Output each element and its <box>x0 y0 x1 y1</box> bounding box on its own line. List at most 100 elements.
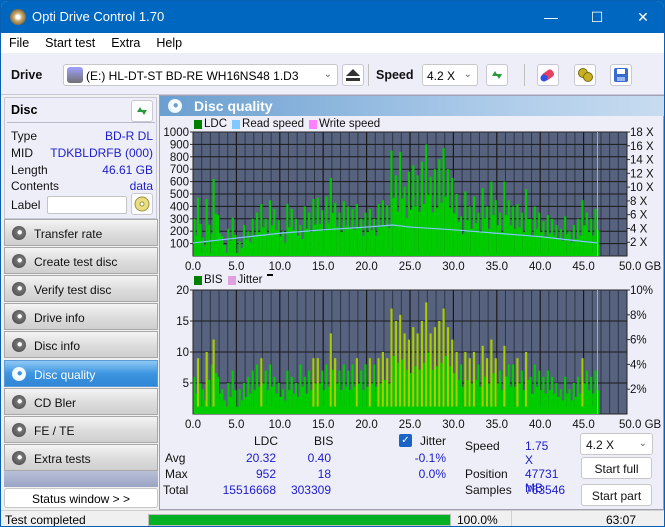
test-speed-select[interactable]: 4.2 X ⌄ <box>580 433 653 455</box>
nav-disc-quality[interactable]: Disc quality <box>4 360 158 387</box>
start-part-button[interactable]: Start part <box>581 484 652 506</box>
nav-spacer <box>4 471 158 487</box>
nav-label: Verify test disc <box>34 283 112 297</box>
close-button[interactable]: ✕ <box>620 1 664 33</box>
maximize-button[interactable]: ☐ <box>574 1 620 33</box>
minimize-button[interactable]: — <box>528 1 574 33</box>
length-value: 46.61 GB <box>102 163 153 177</box>
bis-bar <box>485 358 489 414</box>
progress-fill <box>149 515 450 525</box>
disc-refresh-button[interactable] <box>131 100 153 122</box>
bis-bar <box>429 333 432 414</box>
speed-select[interactable]: 4.2 X ⌄ <box>422 64 478 86</box>
start-full-button[interactable]: Start full <box>581 457 652 479</box>
left-panel: Disc Type BD-R DL MID TDKBLDRFB (000) Le… <box>1 95 159 510</box>
ldc-bar <box>294 218 298 256</box>
ldc-bar <box>355 203 358 256</box>
nav-label: Transfer rate <box>34 227 103 241</box>
x-tick-label: 20.0 <box>355 261 377 272</box>
nav-fe-te[interactable]: FE / TE <box>4 416 158 443</box>
menu-start-test[interactable]: Start test <box>37 36 103 50</box>
nav-extra-tests[interactable]: Extra tests <box>4 444 158 471</box>
erase-button[interactable] <box>537 64 559 86</box>
drive-select[interactable]: (E:) HL-DT-ST BD-RE WH16NS48 1.D3 ⌄ <box>63 64 338 86</box>
ldc-bar <box>273 208 276 256</box>
nav-create-test-disc[interactable]: Create test disc <box>4 247 158 274</box>
y-tick-label: 5 <box>183 378 189 390</box>
y-tick-label: 600 <box>170 177 189 189</box>
status-text: Test completed <box>5 513 86 527</box>
speed-label: Speed <box>376 68 414 82</box>
ldc-bar <box>390 150 393 256</box>
ldc-bar <box>242 225 246 256</box>
bis-bar <box>212 339 215 414</box>
nav-verify-test-disc[interactable]: Verify test disc <box>4 275 158 302</box>
bis-bar <box>464 352 467 414</box>
nav-label: CD Bler <box>34 396 77 410</box>
ldc-bar <box>312 198 315 256</box>
ldc-bar <box>542 221 545 256</box>
panel-header: Disc quality <box>160 96 664 116</box>
bis-bar <box>312 358 315 414</box>
speed-stat-label: Speed <box>465 439 500 453</box>
nav-cd-bler[interactable]: CD Bler <box>4 388 158 415</box>
disc-quality-icon <box>168 99 182 113</box>
x-tick-label: 35.0 <box>486 419 508 430</box>
jitter-checkbox[interactable]: ✓ <box>399 434 412 447</box>
nav-drive-info[interactable]: Drive info <box>4 303 158 330</box>
cd-bler-icon <box>12 395 26 409</box>
nav-transfer-rate[interactable]: Transfer rate <box>4 219 158 246</box>
bis-bar <box>316 358 319 414</box>
ldc-bar <box>564 216 567 256</box>
drive-label: Drive <box>11 68 43 82</box>
label-input[interactable] <box>47 196 127 214</box>
ldc-bar <box>577 218 580 256</box>
y2-tick-label: 6 X <box>630 210 648 222</box>
disc-header: Disc <box>11 103 38 117</box>
label-disc-button[interactable] <box>131 193 153 215</box>
menu-file[interactable]: File <box>1 36 37 50</box>
label-label: Label <box>11 198 41 212</box>
ldc-bar <box>507 200 510 256</box>
ldc-bar <box>503 181 506 256</box>
menu-help[interactable]: Help <box>148 36 190 50</box>
x-tick-label: 50.0 GB <box>619 261 662 272</box>
x-tick-label: 15.0 <box>312 419 334 430</box>
status-window-button[interactable]: Status window > > <box>4 488 158 508</box>
bis-bar <box>433 327 437 414</box>
ldc-bar <box>268 200 272 256</box>
ldc-bar <box>581 200 584 256</box>
ldc-bar <box>568 231 571 256</box>
x-tick-label: 35.0 <box>486 261 508 272</box>
x-tick-label: 40.0 <box>529 261 551 272</box>
refresh-icon <box>492 71 502 79</box>
nav-disc-info[interactable]: Disc info <box>4 331 158 358</box>
bis-bar <box>494 358 497 414</box>
nav-label: Disc quality <box>34 368 96 382</box>
menu-extra[interactable]: Extra <box>103 36 148 50</box>
settings-button[interactable] <box>574 64 596 86</box>
ldc-bar <box>407 171 410 256</box>
jitter-label: Jitter <box>420 434 447 448</box>
y2-tick-label: 10 X <box>630 182 654 194</box>
ldc-bar <box>559 228 562 256</box>
ldc-bar <box>347 206 350 256</box>
refresh-button[interactable] <box>486 64 508 86</box>
eject-button[interactable] <box>342 64 364 86</box>
ldc-bar <box>368 208 371 256</box>
divider <box>7 122 155 123</box>
y2-tick-label: 8 X <box>630 196 648 208</box>
total-label: Total <box>163 483 189 497</box>
y2-tick-label: 8% <box>630 310 647 322</box>
x-tick-label: 45.0 <box>572 419 594 430</box>
ldc-bar <box>205 198 208 256</box>
window-title: Opti Drive Control 1.70 <box>32 9 165 24</box>
ldc-bar <box>227 228 230 256</box>
bis-bar <box>503 345 506 414</box>
save-button[interactable] <box>610 64 632 86</box>
bis-column-header: BIS <box>314 434 334 448</box>
max-bis-value: 18 <box>317 467 331 481</box>
type-label: Type <box>11 129 38 143</box>
y-tick-label: 100 <box>170 239 189 251</box>
bis-bar <box>196 358 200 414</box>
